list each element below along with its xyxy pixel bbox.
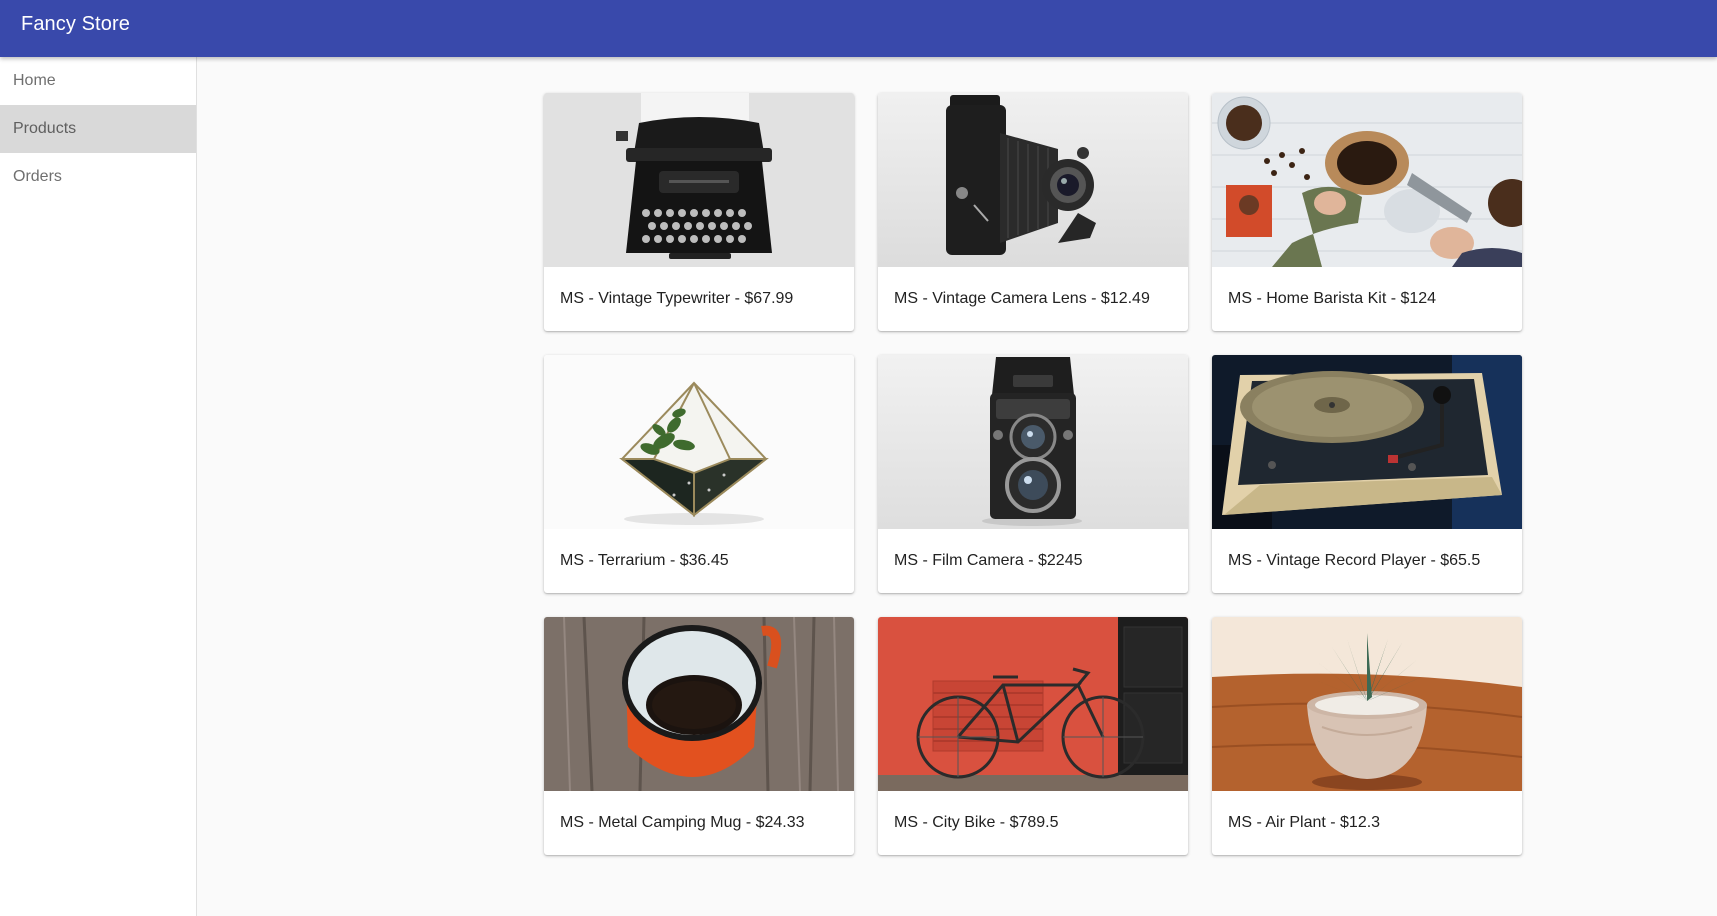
product-caption: MS - Vintage Record Player - $65.5	[1228, 552, 1481, 569]
city-bike-image	[878, 617, 1188, 791]
terrarium-image	[544, 355, 854, 529]
barista-kit-image	[1212, 93, 1522, 267]
app-title[interactable]: Fancy Store	[21, 13, 130, 36]
app-bar: Fancy Store	[0, 0, 1717, 57]
product-caption: MS - Film Camera - $2245	[894, 552, 1083, 569]
product-caption: MS - City Bike - $789.5	[894, 814, 1059, 831]
sidebar-item-products[interactable]: Products	[0, 105, 196, 153]
product-caption: MS - Vintage Camera Lens - $12.49	[894, 290, 1150, 307]
product-card[interactable]: MS - Vintage Record Player - $65.5	[1212, 355, 1522, 593]
product-card[interactable]: MS - Terrarium - $36.45	[544, 355, 854, 593]
product-caption: MS - Air Plant - $12.3	[1228, 814, 1381, 831]
sidebar-item-orders[interactable]: Orders	[0, 153, 196, 201]
typewriter-image	[544, 93, 854, 267]
product-card[interactable]: MS - Vintage Camera Lens - $12.49	[878, 93, 1188, 331]
product-card[interactable]: MS - Home Barista Kit - $124	[1212, 93, 1522, 331]
product-caption: MS - Terrarium - $36.45	[560, 552, 729, 569]
product-card[interactable]: MS - City Bike - $789.5	[878, 617, 1188, 855]
product-caption: MS - Metal Camping Mug - $24.33	[560, 814, 805, 831]
sidebar-item-home[interactable]: Home	[0, 57, 196, 105]
air-plant-image	[1212, 617, 1522, 791]
main-content: MS - Vintage Typewriter - $67.99 MS - Vi…	[197, 57, 1717, 916]
product-card[interactable]: MS - Vintage Typewriter - $67.99	[544, 93, 854, 331]
product-caption: MS - Home Barista Kit - $124	[1228, 290, 1437, 307]
camping-mug-image	[544, 617, 854, 791]
product-caption: MS - Vintage Typewriter - $67.99	[560, 290, 794, 307]
sidebar: Home Products Orders	[0, 57, 197, 916]
product-grid: MS - Vintage Typewriter - $67.99 MS - Vi…	[544, 93, 1522, 855]
product-card[interactable]: MS - Metal Camping Mug - $24.33	[544, 617, 854, 855]
product-card[interactable]: MS - Film Camera - $2245	[878, 355, 1188, 593]
folding-camera-image	[878, 93, 1188, 267]
film-camera-image	[878, 355, 1188, 529]
record-player-image	[1212, 355, 1522, 529]
product-card[interactable]: MS - Air Plant - $12.3	[1212, 617, 1522, 855]
